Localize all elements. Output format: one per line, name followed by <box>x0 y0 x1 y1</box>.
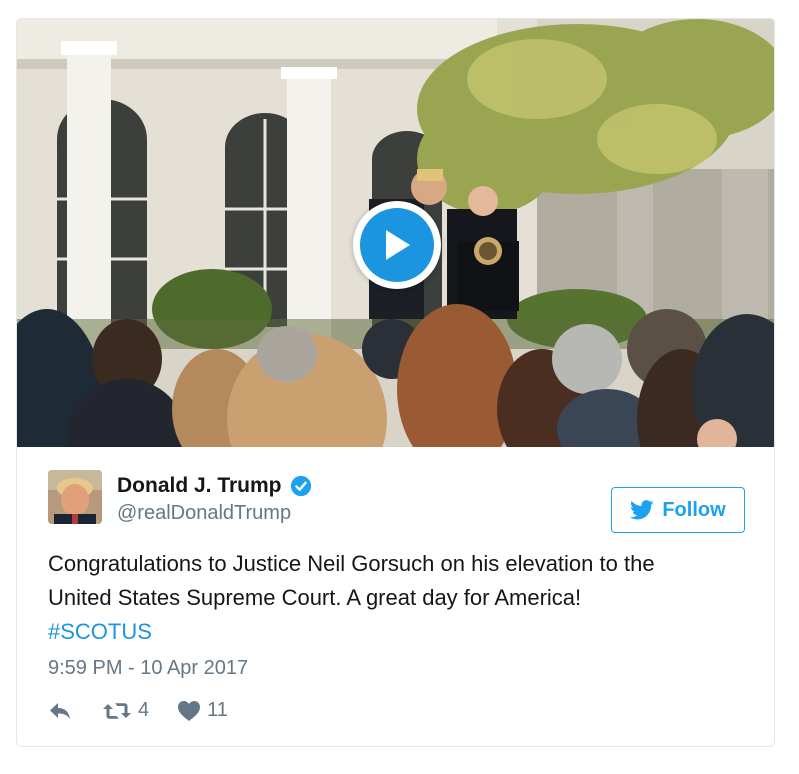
reply-icon <box>50 702 70 719</box>
retweet-button[interactable]: 4 <box>102 699 149 722</box>
follow-label: Follow <box>662 498 726 521</box>
like-button[interactable]: 11 <box>177 699 228 722</box>
author-name: Donald J. Trump <box>117 474 282 497</box>
author-handle[interactable]: @realDonaldTrump <box>117 502 291 525</box>
tweet-header: Donald J. Trump @realDonaldTrump Follow <box>17 447 774 537</box>
retweet-count: 4 <box>138 699 150 721</box>
follow-button[interactable]: Follow <box>611 487 745 533</box>
verified-badge-icon <box>290 475 311 497</box>
avatar[interactable] <box>48 470 102 524</box>
heart-icon <box>178 700 201 721</box>
like-count: 11 <box>207 699 228 721</box>
tweet-text: Congratulations to Justice Neil Gorsuch … <box>48 547 748 649</box>
video-thumbnail[interactable] <box>17 19 774 447</box>
tweet-text-line: Congratulations to Justice Neil Gorsuch … <box>48 551 655 576</box>
play-icon <box>360 208 434 282</box>
tweet-text-line: United States Supreme Court. A great day… <box>48 585 582 610</box>
tweet-card: Donald J. Trump @realDonaldTrump Follow … <box>16 18 775 747</box>
author-name-row[interactable]: Donald J. Trump <box>117 474 312 498</box>
retweet-icon <box>103 702 131 719</box>
tweet-actions: 4 11 <box>48 699 228 722</box>
hashtag-link[interactable]: #SCOTUS <box>48 615 152 649</box>
bird-icon <box>630 500 654 520</box>
timestamp-link[interactable]: 9:59 PM - 10 Apr 2017 <box>48 657 248 680</box>
reply-button[interactable] <box>48 701 72 721</box>
play-button[interactable] <box>353 201 441 289</box>
